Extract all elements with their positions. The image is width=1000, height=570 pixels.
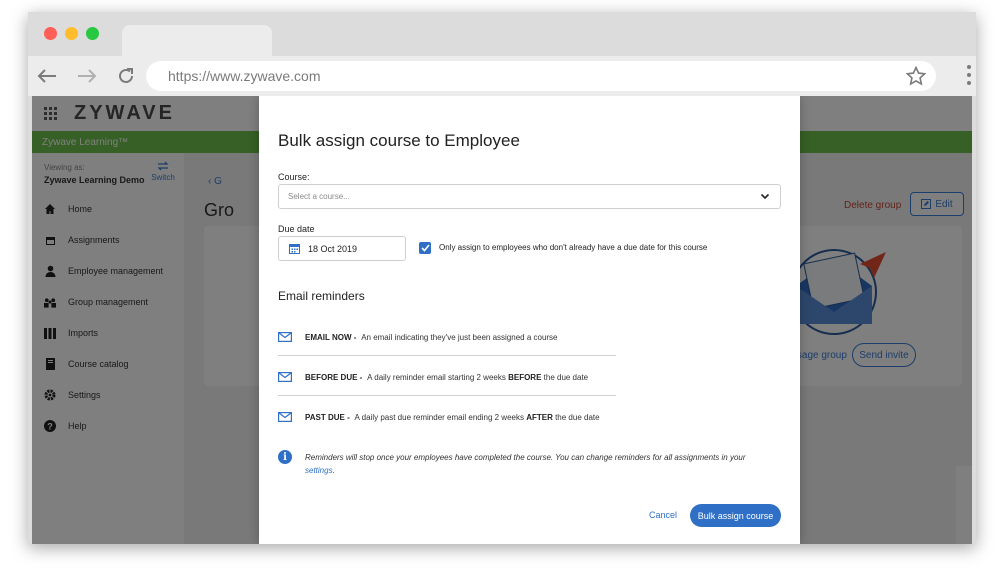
mail-icon xyxy=(278,332,292,342)
due-date-value: 18 Oct 2019 xyxy=(308,243,358,254)
modal-title: Bulk assign course to Employee xyxy=(278,131,520,150)
cancel-button[interactable]: Cancel xyxy=(649,510,677,520)
reminder-tail: the due date xyxy=(541,372,589,382)
address-bar[interactable]: https://www.zywave.com xyxy=(146,61,936,91)
info-text-end: . xyxy=(332,466,335,475)
reload-icon[interactable] xyxy=(112,56,140,96)
reminder-strong: BEFORE DUE - xyxy=(305,372,363,382)
browser-menu-icon[interactable] xyxy=(966,65,972,85)
forward-arrow-icon[interactable] xyxy=(72,56,102,96)
bulk-assign-course-button[interactable]: Bulk assign course xyxy=(690,504,781,527)
info-text-body: Reminders will stop once your employees … xyxy=(305,453,746,462)
address-url: https://www.zywave.com xyxy=(168,68,321,84)
only-unassigned-checkbox[interactable] xyxy=(419,242,431,254)
chevron-down-icon xyxy=(760,193,770,200)
reminder-divider xyxy=(278,355,616,356)
browser-tab[interactable] xyxy=(122,25,272,56)
reminder-strong: PAST DUE - xyxy=(305,412,350,422)
settings-link[interactable]: settings xyxy=(305,466,333,475)
reminder-tail: the due date xyxy=(552,412,600,422)
reminder-emphasis: AFTER xyxy=(526,412,553,422)
minimize-window-dot[interactable] xyxy=(65,27,78,40)
reminder-divider xyxy=(278,395,616,396)
due-date-label: Due date xyxy=(278,224,315,234)
reminder-past-due: PAST DUE - A daily past due reminder ema… xyxy=(278,407,616,427)
reminder-before-due: BEFORE DUE - A daily reminder email star… xyxy=(278,367,616,387)
reminder-text: A daily reminder email starting 2 weeks xyxy=(365,372,509,382)
reminder-emphasis: BEFORE xyxy=(508,372,542,382)
only-unassigned-label: Only assign to employees who don't alrea… xyxy=(439,243,708,252)
close-window-dot[interactable] xyxy=(44,27,57,40)
email-reminders-title: Email reminders xyxy=(278,289,365,303)
course-select-placeholder: Select a course... xyxy=(288,192,350,201)
checkmark-icon xyxy=(420,244,430,252)
reminder-strong: EMAIL NOW - xyxy=(305,332,357,342)
calendar-icon xyxy=(289,244,300,254)
mail-icon xyxy=(278,372,292,382)
mail-icon xyxy=(278,412,292,422)
back-arrow-icon[interactable] xyxy=(32,56,62,96)
bulk-assign-modal: Bulk assign course to Employee Course: S… xyxy=(259,96,800,544)
reminders-info-text: Reminders will stop once your employees … xyxy=(305,451,775,477)
browser-nav-bar: https://www.zywave.com xyxy=(28,56,976,96)
reminder-text: A daily past due reminder email ending 2… xyxy=(352,412,527,422)
browser-tab-bar xyxy=(28,12,976,56)
maximize-window-dot[interactable] xyxy=(86,27,99,40)
due-date-field[interactable]: 18 Oct 2019 xyxy=(278,236,406,261)
info-icon: i xyxy=(278,450,292,464)
bookmark-star-icon[interactable] xyxy=(906,56,926,96)
reminder-text: An email indicating they've just been as… xyxy=(359,332,558,342)
course-label: Course: xyxy=(278,172,310,182)
reminder-email-now: EMAIL NOW - An email indicating they've … xyxy=(278,327,616,347)
course-select[interactable]: Select a course... xyxy=(278,184,781,209)
app-area: ZYWAVE Zywave Learning™ Viewing as: Zywa… xyxy=(32,96,972,544)
browser-window: https://www.zywave.com ZYWAVE Zywave Lea… xyxy=(28,12,976,544)
